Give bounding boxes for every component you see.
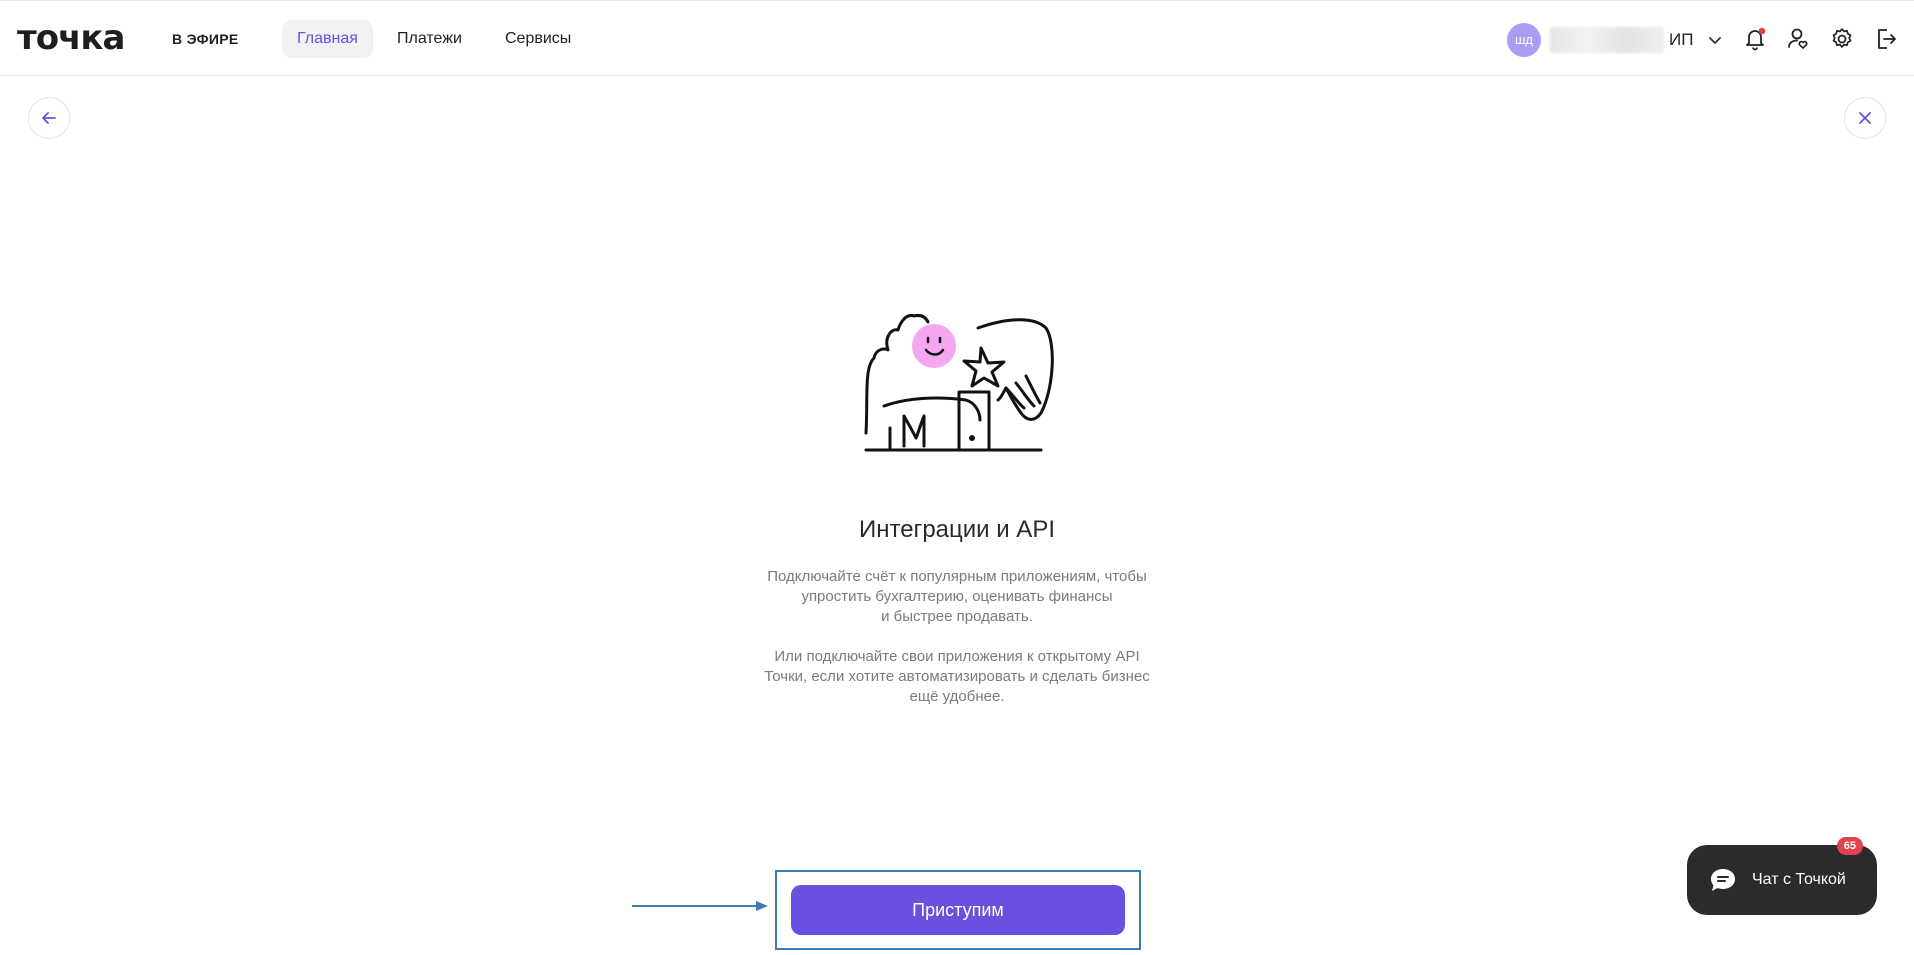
chat-label: Чат с Точкой — [1752, 871, 1846, 888]
nav-payments[interactable]: Платежи — [382, 20, 477, 58]
notification-dot — [1758, 27, 1766, 35]
chat-bubble-icon — [1711, 869, 1735, 891]
avatar[interactable]: шд — [1507, 23, 1541, 57]
chat-unread-badge: 65 — [1836, 837, 1863, 855]
description: Подключайте счёт к популярным приложения… — [707, 567, 1207, 707]
close-icon — [1859, 112, 1871, 124]
top-bar: точка В ЭФИРЕ Главная Платежи Сервисы шд… — [0, 0, 1914, 76]
integration-illustration — [864, 313, 1054, 452]
chat-button[interactable]: Чат с Точкой 65 — [1687, 837, 1877, 915]
description-paragraph-1: Подключайте счёт к популярным приложения… — [767, 568, 1147, 625]
company-type[interactable]: ИП — [1669, 27, 1693, 53]
user-heart-icon[interactable] — [1784, 25, 1812, 53]
annotation-arrow — [632, 901, 768, 911]
arrow-left-icon — [42, 112, 56, 124]
nav-home[interactable]: Главная — [282, 20, 373, 58]
close-button[interactable] — [1844, 97, 1886, 139]
nav-efire[interactable]: В ЭФИРЕ — [157, 20, 254, 58]
nav-services[interactable]: Сервисы — [490, 20, 586, 58]
bell-icon[interactable] — [1741, 25, 1769, 53]
logout-icon[interactable] — [1872, 25, 1900, 53]
gear-icon[interactable] — [1828, 25, 1856, 53]
page-title: Интеграции и API — [858, 516, 1055, 543]
description-paragraph-2: Или подключайте свои приложения к открыт… — [764, 648, 1150, 705]
company-name-blurred[interactable] — [1550, 27, 1664, 53]
chevron-down-icon[interactable] — [1704, 29, 1726, 51]
back-button[interactable] — [28, 97, 70, 139]
start-button[interactable]: Приступим — [791, 885, 1125, 935]
logo[interactable]: точка — [17, 18, 125, 58]
